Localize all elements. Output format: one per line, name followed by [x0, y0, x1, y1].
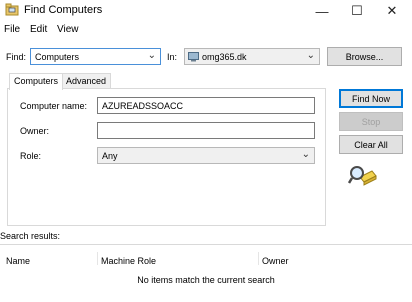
- menu-bar: File Edit View: [0, 22, 412, 38]
- tab-computers[interactable]: Computers: [9, 73, 64, 90]
- column-divider: [258, 252, 259, 265]
- window-title: Find Computers: [24, 4, 103, 16]
- tab-advanced[interactable]: Advanced: [61, 73, 112, 89]
- close-button[interactable]: ✕: [375, 0, 409, 22]
- in-location-select[interactable]: omg365.dk ⌄: [184, 48, 320, 65]
- search-results-list[interactable]: [0, 244, 412, 302]
- role-label: Role:: [20, 151, 42, 161]
- role-value: Any: [102, 151, 118, 161]
- in-location-value: omg365.dk: [202, 52, 247, 62]
- menu-view[interactable]: View: [57, 24, 79, 35]
- title-bar: Find Computers — ☐ ✕: [0, 0, 412, 22]
- minimize-button[interactable]: —: [305, 0, 339, 22]
- column-header-machine-role[interactable]: Machine Role: [101, 256, 156, 266]
- find-type-value: Computers: [35, 52, 80, 62]
- find-computers-icon: [5, 3, 19, 16]
- owner-label: Owner:: [20, 126, 50, 136]
- clear-all-button[interactable]: Clear All: [339, 135, 403, 154]
- menu-edit[interactable]: Edit: [30, 24, 47, 35]
- find-type-select[interactable]: Computers ⌄: [30, 48, 161, 65]
- in-label: In:: [167, 52, 178, 62]
- column-header-name[interactable]: Name: [6, 256, 30, 266]
- column-divider: [97, 252, 98, 265]
- find-label: Find:: [6, 52, 27, 62]
- computer-name-value: AZUREADSSOACC: [102, 101, 184, 111]
- search-magnifier-icon: [348, 166, 377, 186]
- find-now-button[interactable]: Find Now: [339, 89, 403, 108]
- computer-name-field[interactable]: AZUREADSSOACC: [97, 97, 315, 114]
- chevron-down-icon: ⌄: [147, 50, 156, 61]
- browse-button[interactable]: Browse...: [327, 47, 402, 66]
- search-results-label: Search results:: [0, 231, 61, 241]
- stop-button[interactable]: Stop: [339, 112, 403, 131]
- computer-name-label: Computer name:: [20, 101, 88, 111]
- chevron-down-icon: ⌄: [301, 149, 310, 160]
- domain-icon: [188, 52, 199, 62]
- maximize-button[interactable]: ☐: [340, 0, 374, 22]
- role-select[interactable]: Any ⌄: [97, 147, 315, 164]
- column-header-owner[interactable]: Owner: [262, 256, 289, 266]
- chevron-down-icon: ⌄: [306, 50, 315, 61]
- menu-file[interactable]: File: [4, 24, 20, 35]
- empty-results-message: No items match the current search: [137, 275, 275, 285]
- owner-field[interactable]: [97, 122, 315, 139]
